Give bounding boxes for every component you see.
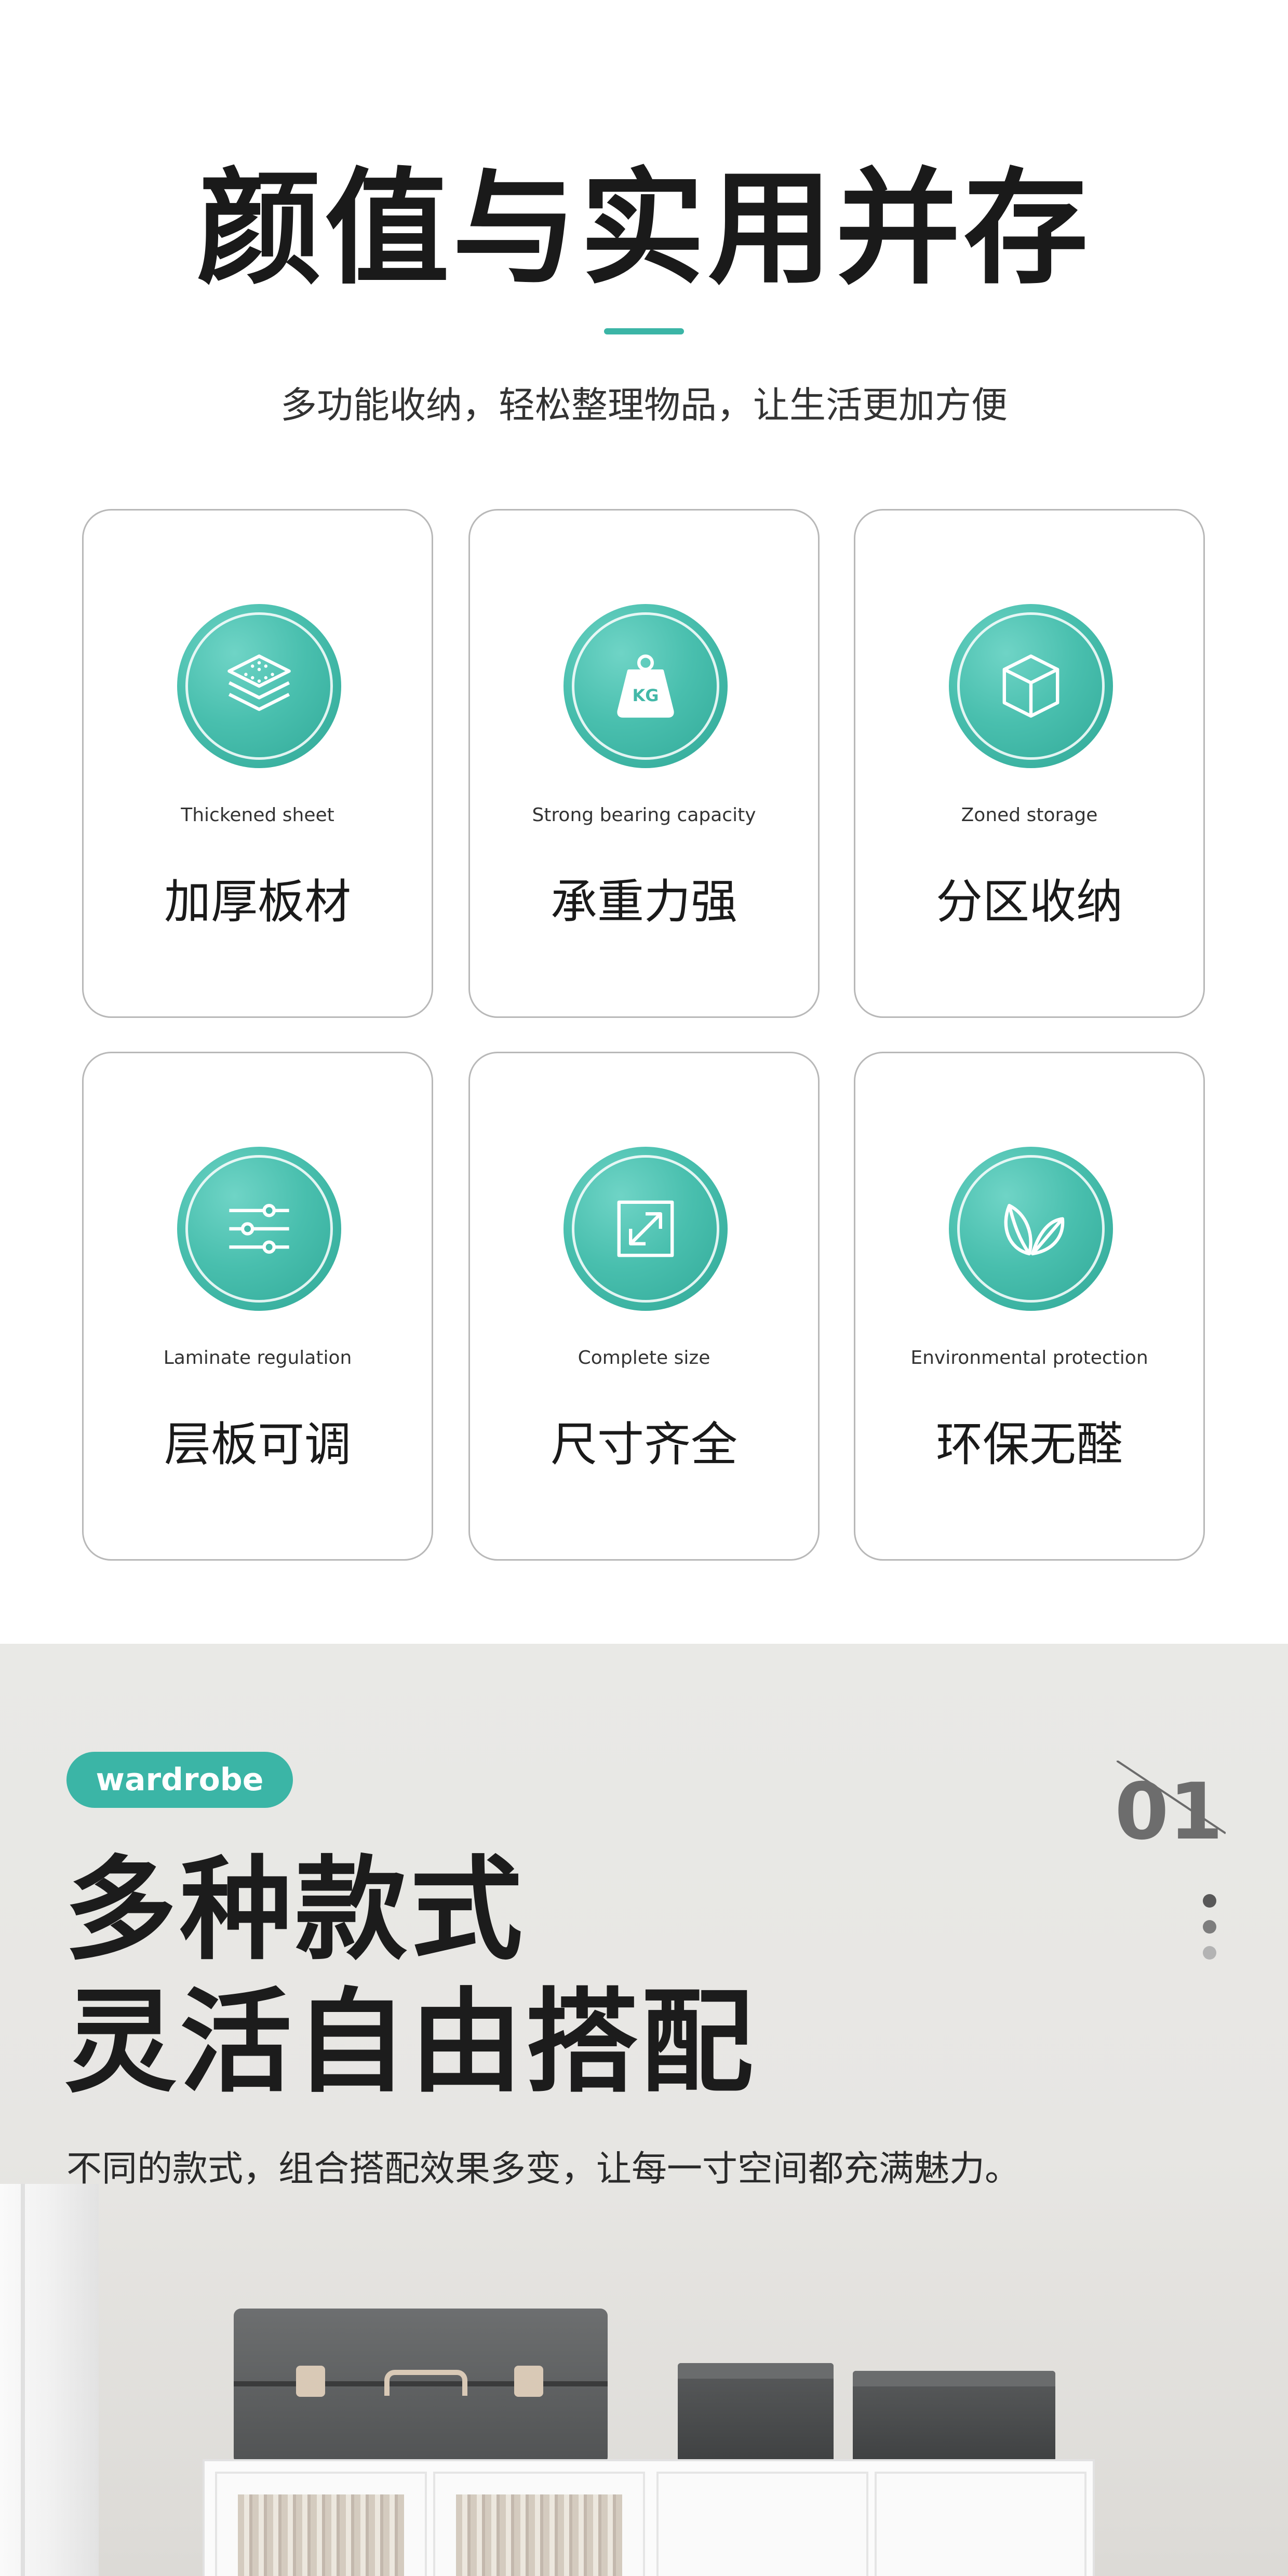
layers-icon [177,604,341,768]
feature-en-label: Thickened sheet [181,804,334,826]
feature-zh-label: 加厚板材 [164,875,351,929]
sliders-icon [177,1147,341,1311]
suitcase-latch [514,2366,543,2397]
feature-card-thickened-sheet: Thickened sheet 加厚板材 [82,509,433,1018]
feature-card-environmental: Environmental protection 环保无醛 [854,1052,1205,1561]
page-title: 颜值与实用并存 [196,156,1091,301]
feature-zh-label: 层板可调 [164,1417,351,1472]
feature-en-label: Laminate regulation [163,1347,352,1369]
cabinet-glass [238,2494,404,2576]
storage-box-lid [853,2371,1055,2386]
cabinet-door [656,2472,868,2576]
page-number: 01 [1117,1761,1226,1849]
promo-description: 不同的款式，组合搭配效果多变，让每一寸空间都充满魅力。 [66,2149,1021,2190]
feature-zh-label: 尺寸齐全 [551,1417,737,1472]
pager-dot-active[interactable] [1203,1894,1216,1908]
feature-en-label: Strong bearing capacity [532,804,756,826]
features-section: 颜值与实用并存 多功能收纳，轻松整理物品，让生活更加方便 Thickened s… [0,0,1288,1644]
cabinet-door [875,2472,1086,2576]
page-number-text: 01 [1117,1767,1223,1849]
feature-zh-label: 环保无醛 [936,1417,1123,1472]
resize-icon [564,1147,728,1311]
storage-box-image [678,2363,834,2462]
storage-box-image [853,2371,1055,2462]
feature-card-zoned-storage: Zoned storage 分区收纳 [854,509,1205,1018]
feature-card-complete-size: Complete size 尺寸齐全 [468,1052,820,1561]
suitcase-image [234,2309,608,2464]
cabinet-glass-door [433,2472,645,2576]
promo-headline-line1: 多种款式 [64,1845,526,1975]
leaves-icon [949,1147,1113,1311]
feature-zh-label: 分区收纳 [936,875,1123,929]
feature-en-label: Environmental protection [910,1347,1148,1369]
suitcase-handle [384,2370,467,2396]
promo-headline-line2: 灵活自由搭配 [64,1977,757,2108]
feature-en-label: Complete size [578,1347,710,1369]
suitcase-latch [296,2366,325,2397]
feature-en-label: Zoned storage [961,804,1098,826]
cube-icon [949,604,1113,768]
wardrobe-promo-section: wardrobe 01 多种款式 灵活自由搭配 不同的款式，组合搭配效果多变，让… [0,1644,1288,2576]
page-subtitle: 多功能收纳，轻松整理物品，让生活更加方便 [280,384,1008,426]
cabinet-glass-door [215,2472,427,2576]
storage-box-lid [678,2363,834,2379]
title-underline [604,328,684,334]
feature-card-bearing-capacity: KG Strong bearing capacity 承重力强 [468,509,820,1018]
curtain-image [0,2184,99,2576]
feature-zh-label: 承重力强 [551,875,737,929]
pager-dot[interactable] [1203,1946,1216,1960]
feature-card-laminate-regulation: Laminate regulation 层板可调 [82,1052,433,1561]
kg-text: KG [632,686,659,705]
wardrobe-tag: wardrobe [66,1752,293,1808]
cabinet-glass [456,2494,622,2576]
pager-dot[interactable] [1203,1920,1216,1934]
wardrobe-cabinet-image [203,2459,1095,2576]
kg-weight-icon: KG [564,604,728,768]
